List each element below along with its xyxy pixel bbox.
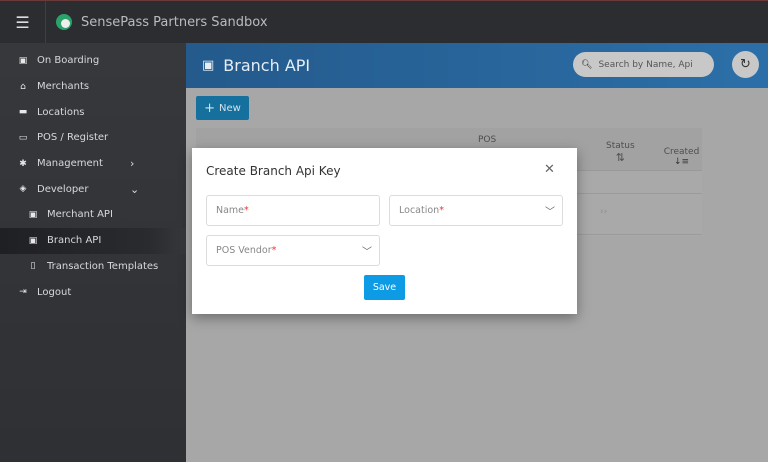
status-label: Status: [606, 141, 635, 151]
app-title: SensePass Partners Sandbox: [81, 14, 268, 30]
create-branch-api-key-modal: Create Branch Api Key ✕ Name * Location * ﹀…: [192, 148, 577, 314]
sidebar-item-logout[interactable]: ⇥ Logout: [0, 279, 186, 305]
sidebar-item-label: On Boarding: [37, 55, 100, 67]
api-icon: ▣: [28, 209, 38, 220]
register-icon: ▭: [18, 132, 28, 143]
sidebar-item-label: Management: [37, 158, 103, 170]
sidebar-item-merchants[interactable]: ⌂ Merchants: [0, 74, 186, 100]
sidebar-item-label: Merchant API: [47, 209, 113, 221]
sidebar-item-transaction-templates[interactable]: ▯ Transaction Templates: [0, 254, 186, 280]
sidebar-item-label: Logout: [37, 286, 72, 298]
pos-vendor-placeholder: POS Vendor: [216, 245, 272, 256]
sidebar-item-merchant-api[interactable]: ▣ Merchant API: [0, 202, 186, 228]
sidebar: ▣ On Boarding ⌂ Merchants ▬ Locations ▭ POS …: [0, 43, 186, 462]
new-label: New: [219, 102, 241, 114]
required-mark: *: [244, 205, 249, 216]
sidebar-item-pos-register[interactable]: ▭ POS / Register: [0, 125, 186, 151]
close-icon[interactable]: ✕: [544, 162, 555, 177]
sidebar-item-label: Developer: [37, 183, 89, 195]
sidebar-item-label: Locations: [37, 106, 85, 118]
required-mark: *: [439, 205, 444, 216]
clipboard-icon: ▯: [30, 261, 36, 272]
chevron-right-icon: ›: [130, 157, 135, 171]
chevron-down-icon: ﹀: [545, 207, 555, 218]
created-label: Created: [663, 147, 700, 157]
plus-icon: +: [204, 100, 216, 116]
id-badge-icon: ▣: [18, 55, 28, 66]
sort-icon: ⇅: [615, 151, 625, 164]
search-placeholder: Search by Name, Api: [598, 59, 693, 70]
refresh-icon: ↻: [740, 57, 751, 72]
refresh-button[interactable]: ↻: [732, 51, 759, 78]
sidebar-item-label: POS / Register: [37, 132, 109, 144]
save-button[interactable]: Save: [364, 275, 405, 300]
store-icon: ▬: [18, 107, 28, 118]
sidebar-item-branch-api[interactable]: ▣ Branch API: [0, 227, 186, 254]
search-icon: 🔍︎: [581, 59, 593, 70]
sidebar-item-label: Transaction Templates: [47, 260, 159, 272]
sidebar-item-developer[interactable]: ◈ Developer ⌄: [0, 176, 186, 202]
page-title: Branch API: [223, 56, 311, 75]
api-icon: ▣: [28, 235, 38, 246]
developer-icon: ◈: [19, 184, 27, 195]
cog-icon: ✱: [19, 158, 27, 169]
sensepass-logo: [56, 14, 72, 30]
sidebar-item-label: Merchants: [37, 81, 90, 93]
next-page-icon[interactable]: ››: [600, 207, 607, 217]
new-button[interactable]: + New: [196, 96, 249, 120]
logout-icon: ⇥: [19, 287, 27, 298]
sort-desc-icon: ↓≡: [673, 157, 690, 167]
location-select[interactable]: Location * ﹀: [389, 195, 563, 226]
modal-title: Create Branch Api Key: [206, 164, 341, 178]
sidebar-item-management[interactable]: ✱ Management ›: [0, 151, 186, 177]
column-header-status[interactable]: Status ⇅: [606, 141, 635, 164]
chevron-down-icon: ﹀: [362, 247, 372, 258]
api-icon: ▣: [202, 58, 215, 73]
search-input[interactable]: 🔍︎ Search by Name, Api: [573, 52, 714, 77]
name-placeholder: Name: [216, 205, 245, 216]
location-placeholder: Location: [399, 205, 440, 216]
top-bar: ☰ SensePass Partners Sandbox: [0, 0, 768, 44]
required-mark: *: [271, 245, 277, 256]
pos-vendor-select[interactable]: POS Vendor * ﹀: [206, 235, 380, 266]
name-field[interactable]: Name *: [206, 195, 380, 226]
sidebar-item-on-boarding[interactable]: ▣ On Boarding: [0, 48, 186, 74]
sidebar-item-locations[interactable]: ▬ Locations: [0, 99, 186, 125]
column-header-created[interactable]: Created ↓≡: [661, 147, 702, 167]
page-header: ▣ Branch API 🔍︎ Search by Name, Api ↻: [186, 43, 768, 88]
column-header-pos[interactable]: POS: [478, 135, 496, 145]
sidebar-item-label: Branch API: [47, 235, 102, 247]
hamburger-menu-icon[interactable]: ☰: [0, 0, 46, 44]
bank-icon: ⌂: [20, 81, 26, 92]
chevron-down-icon: ⌄: [130, 182, 140, 196]
